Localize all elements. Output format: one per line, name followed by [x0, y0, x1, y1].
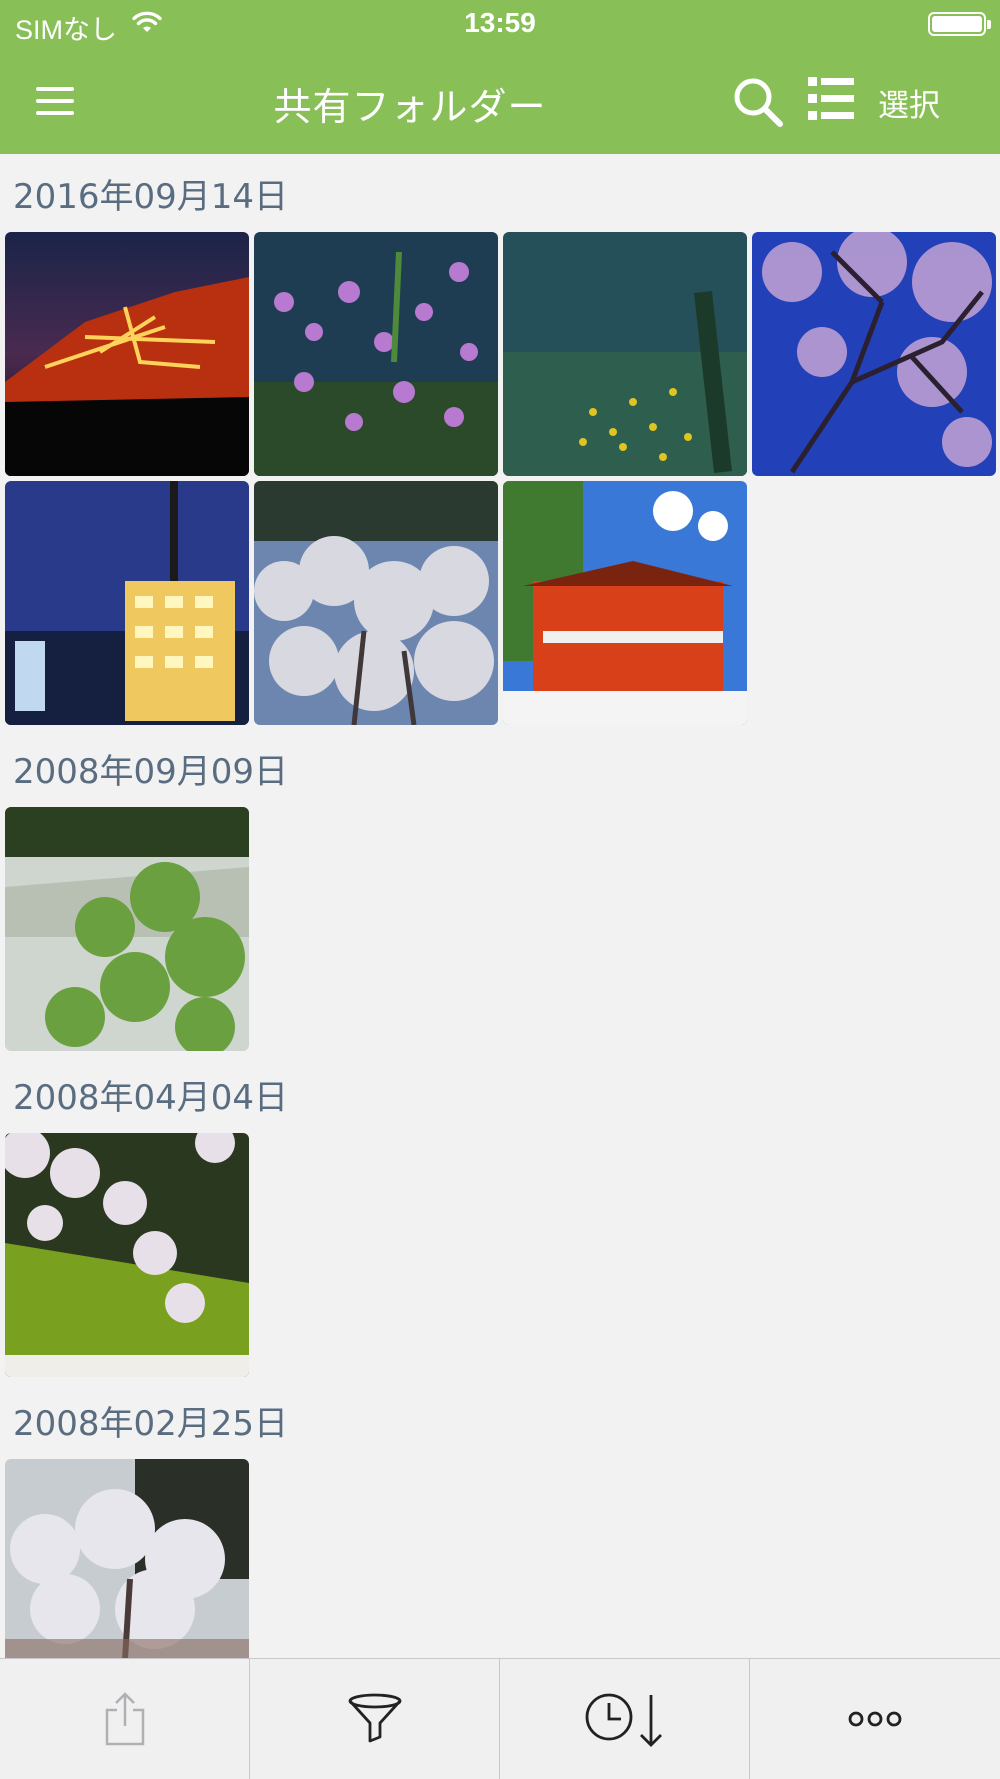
section-date: 2016年09月14日: [13, 177, 289, 217]
select-button[interactable]: 選択: [878, 80, 940, 125]
photo-thumbnail[interactable]: [254, 232, 498, 476]
photo-thumbnail[interactable]: [5, 807, 249, 1051]
photo-thumbnail[interactable]: [503, 232, 747, 476]
photo-thumbnail[interactable]: [5, 1459, 249, 1658]
photo-thumbnail[interactable]: [503, 481, 747, 725]
photo-thumbnail[interactable]: [5, 232, 249, 476]
section-date: 2008年02月25日: [13, 1404, 289, 1444]
top-bar: SIMなし 13:59 共有フォルダー 選択: [0, 0, 1000, 154]
section-date: 2008年04月04日: [13, 1078, 289, 1118]
share-button[interactable]: [0, 1659, 250, 1779]
search-icon[interactable]: [728, 72, 788, 132]
sort-by-time-icon: [585, 1693, 662, 1747]
photo-thumbnail[interactable]: [752, 232, 996, 476]
navigation-bar: 共有フォルダー 選択: [0, 50, 1000, 154]
more-button[interactable]: [750, 1659, 1000, 1779]
photo-thumbnail[interactable]: [5, 481, 249, 725]
filter-button[interactable]: [250, 1659, 500, 1779]
status-clock: 13:59: [464, 7, 536, 38]
page-title: 共有フォルダー: [273, 85, 547, 129]
share-icon: [105, 1692, 144, 1746]
filter-icon: [348, 1693, 401, 1743]
menu-button[interactable]: [24, 72, 84, 128]
sort-by-time-button[interactable]: [500, 1659, 750, 1779]
section-date: 2008年09月09日: [13, 752, 289, 792]
photo-thumbnail[interactable]: [254, 481, 498, 725]
photo-thumbnail[interactable]: [5, 1133, 249, 1377]
photo-grid: 2016年09月14日 2008年09月09日 2008年04月04日 2008…: [0, 154, 1000, 1658]
status-bar: SIMなし 13:59: [0, 0, 1000, 50]
more-icon: [848, 1711, 902, 1727]
bottom-toolbar: [0, 1658, 1000, 1779]
list-view-icon[interactable]: [806, 74, 856, 124]
battery-icon: [928, 12, 991, 36]
